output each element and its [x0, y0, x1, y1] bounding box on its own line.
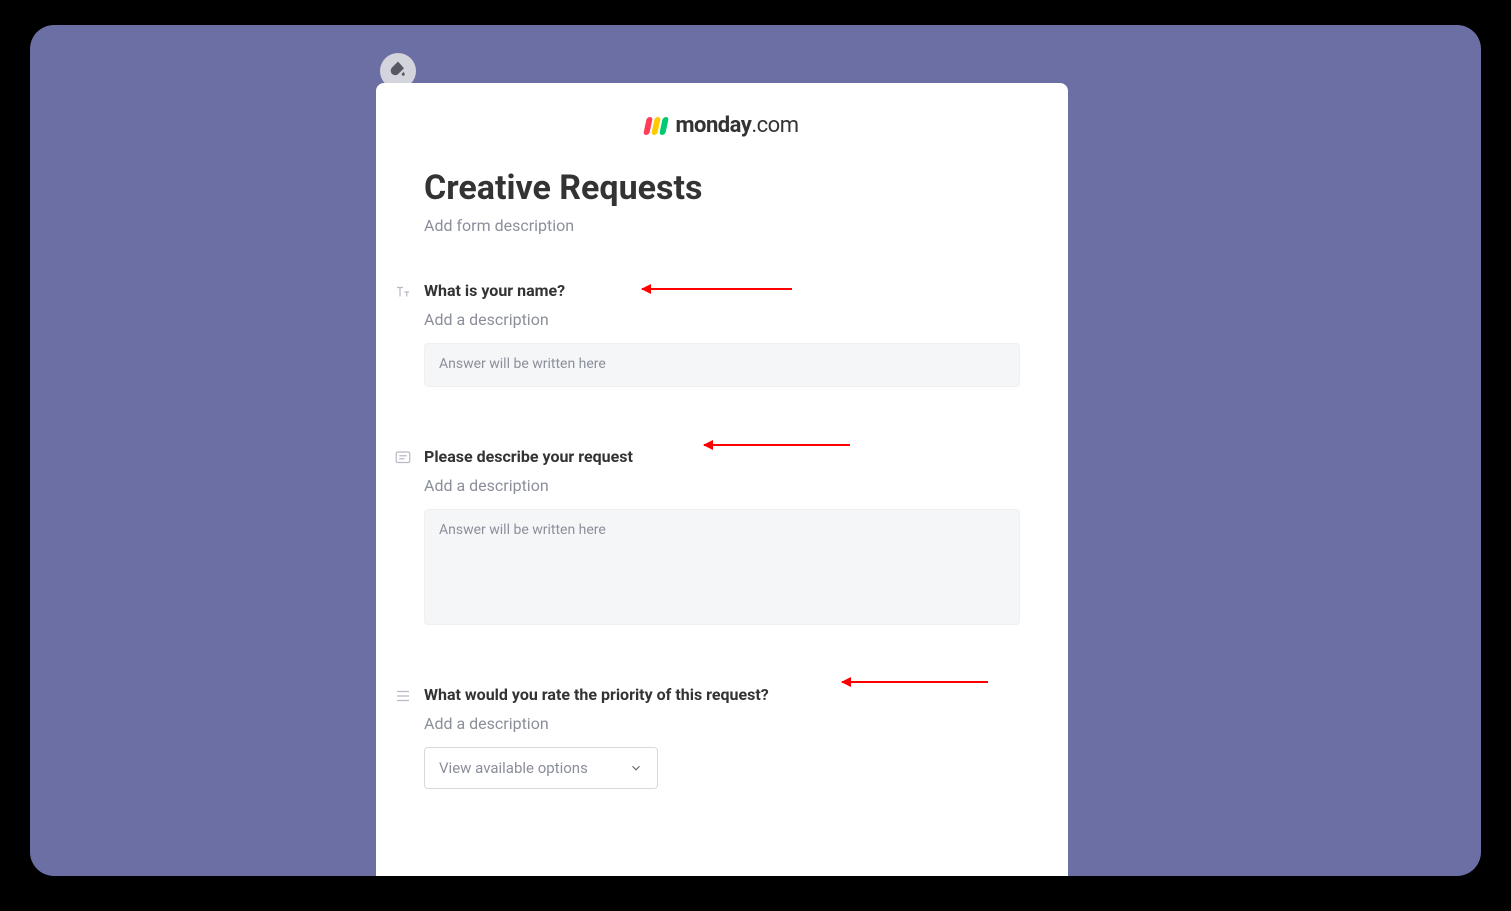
- brand-logo: monday.com: [424, 113, 1020, 138]
- form-card: monday.com Creative Requests Add form de…: [376, 83, 1068, 876]
- form-description-input[interactable]: Add form description: [424, 216, 1020, 235]
- select-placeholder: View available options: [439, 759, 588, 777]
- annotation-arrow-icon: [642, 288, 792, 290]
- question-title[interactable]: Please describe your request: [424, 447, 633, 466]
- text-type-icon: [394, 283, 412, 301]
- answer-textarea[interactable]: Answer will be written here: [424, 509, 1020, 625]
- paint-bucket-icon: [389, 60, 407, 82]
- question-description-input[interactable]: Add a description: [424, 476, 1020, 495]
- annotation-arrow-icon: [704, 444, 850, 446]
- question-title[interactable]: What would you rate the priority of this…: [424, 685, 769, 704]
- long-text-icon: [394, 449, 412, 467]
- question-describe-request: Please describe your request Add a descr…: [424, 447, 1020, 625]
- annotation-arrow-icon: [842, 681, 988, 683]
- list-icon: [394, 687, 412, 705]
- question-description-input[interactable]: Add a description: [424, 310, 1020, 329]
- question-title[interactable]: What is your name?: [424, 281, 565, 300]
- brand-logo-text: monday.com: [675, 113, 798, 138]
- priority-select[interactable]: View available options: [424, 747, 658, 789]
- question-name: What is your name? Add a description Ans…: [424, 281, 1020, 387]
- form-title[interactable]: Creative Requests: [424, 168, 1020, 208]
- question-priority: What would you rate the priority of this…: [424, 685, 1020, 789]
- answer-text-input[interactable]: Answer will be written here: [424, 343, 1020, 387]
- monday-logo-marks-icon: [645, 117, 667, 135]
- chevron-down-icon: [629, 761, 643, 775]
- question-description-input[interactable]: Add a description: [424, 714, 1020, 733]
- app-window: monday.com Creative Requests Add form de…: [30, 25, 1481, 876]
